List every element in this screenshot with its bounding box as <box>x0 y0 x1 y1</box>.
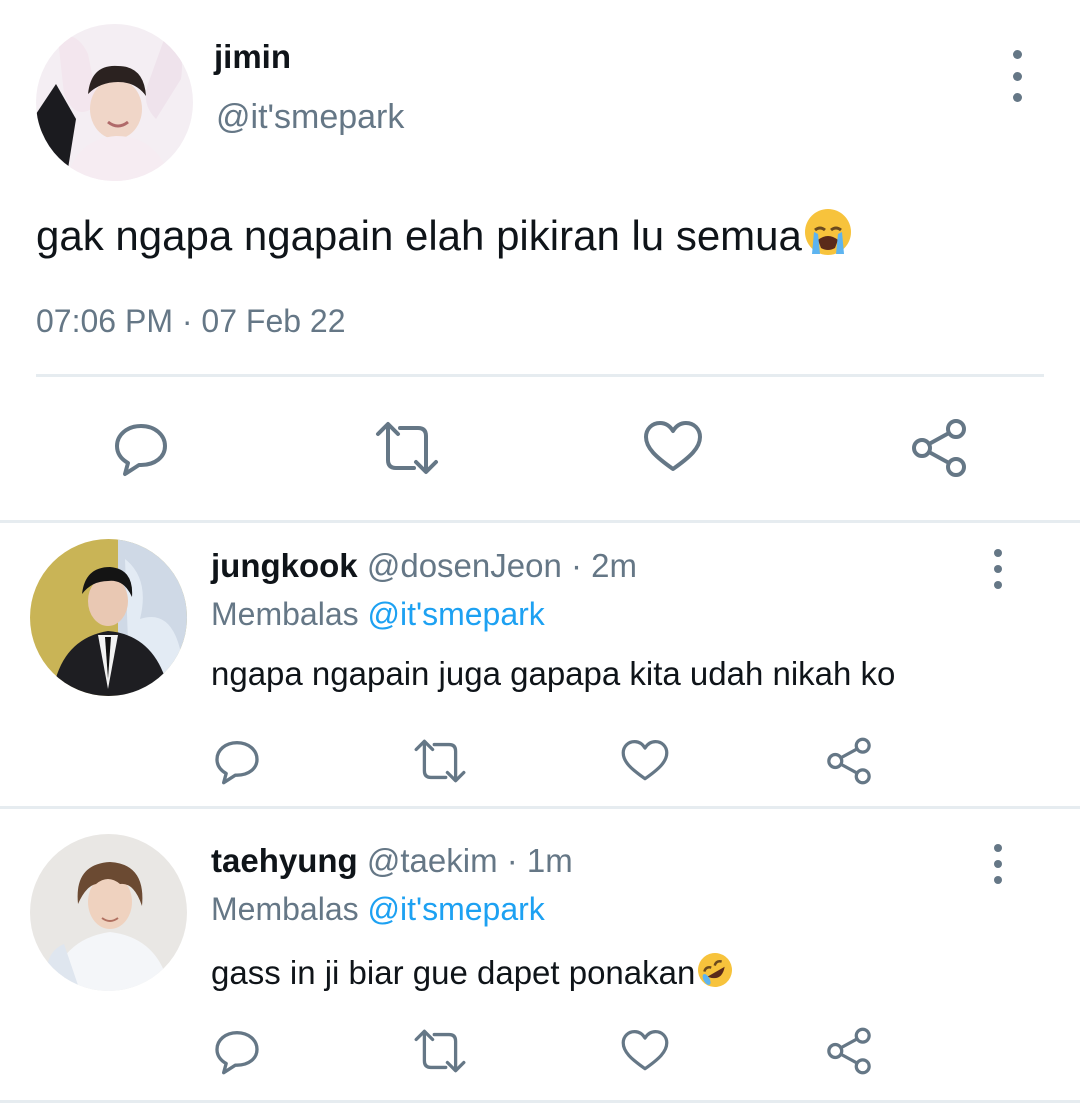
avatar-jungkook[interactable] <box>30 539 187 696</box>
share-icon[interactable] <box>822 1024 876 1078</box>
bottom-divider <box>0 1100 1080 1103</box>
reply-header: jungkook @dosenJeon · 2m <box>211 547 637 585</box>
reply-header: taehyung @taekim · 1m <box>211 842 573 880</box>
reply-icon[interactable] <box>108 415 174 481</box>
like-icon[interactable] <box>618 736 672 786</box>
reply-icon[interactable] <box>210 1024 264 1078</box>
tweet-text: gak ngapa ngapain elah pikiran lu semua <box>36 206 854 268</box>
reply-author-name[interactable]: jungkook <box>211 547 358 584</box>
like-icon[interactable] <box>618 1026 672 1076</box>
tweet-time: 07:06 PM <box>36 303 173 339</box>
avatar-jimin[interactable] <box>36 24 193 181</box>
retweet-icon[interactable] <box>410 1026 470 1076</box>
replying-to-prefix: Membalas <box>211 596 359 632</box>
loudly-crying-face-icon <box>802 206 854 268</box>
reply-separator: · <box>571 547 582 584</box>
tweet-timestamp: 07:06 PM · 07 Feb 22 <box>36 303 346 340</box>
avatar-taehyung[interactable] <box>30 834 187 991</box>
share-icon[interactable] <box>822 734 876 788</box>
reply-author-handle[interactable]: @taekim <box>367 842 498 879</box>
tweet-divider <box>36 374 1044 377</box>
tweet-date: 07 Feb 22 <box>201 303 346 339</box>
replying-to: Membalas @it'smepark <box>211 596 545 633</box>
author-name[interactable]: jimin <box>214 38 291 76</box>
reply-text: ngapa ngapain juga gapapa kita udah nika… <box>211 655 896 692</box>
replying-to: Membalas @it'smepark <box>211 891 545 928</box>
reply-age: 1m <box>526 842 573 879</box>
reply-divider <box>0 806 1080 809</box>
replying-to-mention[interactable]: @it'smepark <box>368 596 545 632</box>
reply-text: gass in ji biar gue dapet ponakan <box>211 950 735 998</box>
more-options-icon[interactable] <box>978 840 1018 888</box>
reply-age: 2m <box>591 547 638 584</box>
reply-icon[interactable] <box>210 734 264 788</box>
reply-separator: · <box>506 842 518 879</box>
retweet-icon[interactable] <box>372 418 442 478</box>
reply-author-handle[interactable]: @dosenJeon <box>367 547 562 584</box>
rolling-on-the-floor-laughing-icon <box>695 950 735 998</box>
replying-to-prefix: Membalas <box>211 891 359 927</box>
section-divider <box>0 520 1080 523</box>
reply-author-name[interactable]: taehyung <box>211 842 358 879</box>
reply-text-content: gass in ji biar gue dapet ponakan <box>211 954 696 991</box>
more-options-icon[interactable] <box>978 545 1018 593</box>
timestamp-separator: · <box>181 303 193 339</box>
like-icon[interactable] <box>640 417 706 477</box>
tweet-text-content: gak ngapa ngapain elah pikiran lu semua <box>36 212 802 259</box>
author-handle[interactable]: @it'smepark <box>216 98 404 137</box>
share-icon[interactable] <box>906 415 972 481</box>
retweet-icon[interactable] <box>410 736 470 786</box>
more-options-icon[interactable] <box>997 46 1037 106</box>
replying-to-mention[interactable]: @it'smepark <box>368 891 545 927</box>
